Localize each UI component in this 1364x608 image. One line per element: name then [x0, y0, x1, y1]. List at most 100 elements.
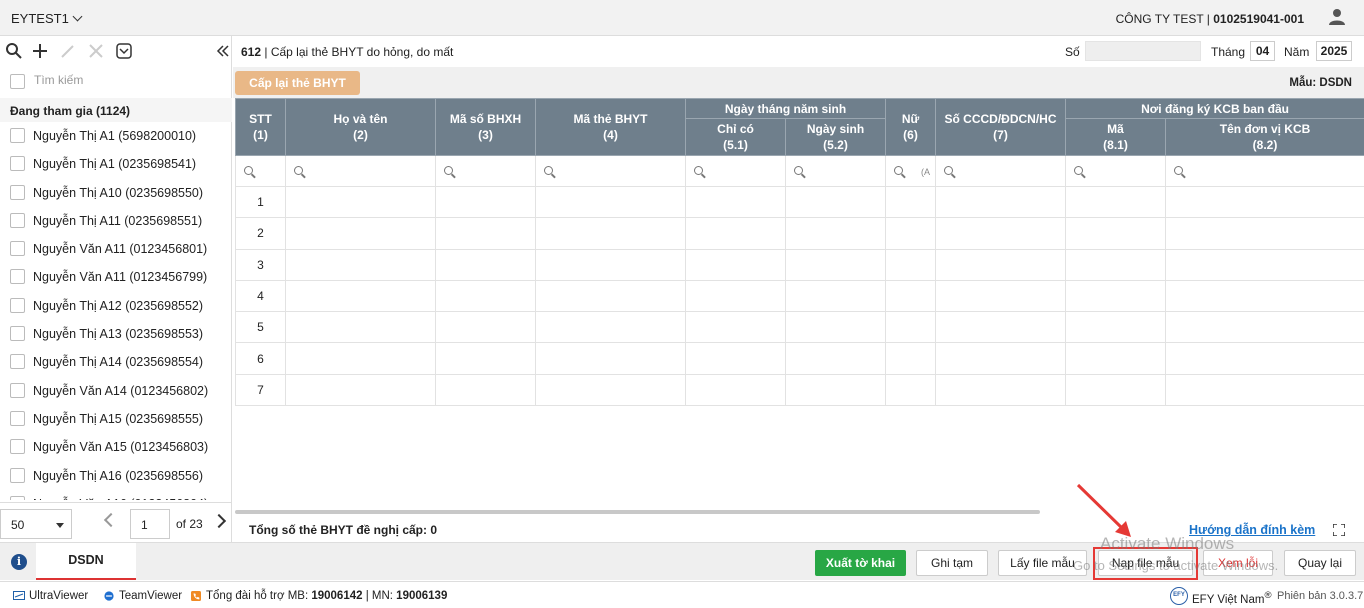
- tab-dsdn[interactable]: DSDN: [36, 543, 136, 580]
- table-cell[interactable]: [285, 279, 436, 313]
- list-item[interactable]: Nguyễn Thị A10 (0235698550): [0, 179, 232, 207]
- filter-chi-co[interactable]: [685, 155, 786, 187]
- table-cell[interactable]: [1165, 373, 1364, 407]
- table-cell[interactable]: [685, 373, 786, 407]
- teamviewer-link[interactable]: TeamViewer: [103, 590, 182, 602]
- filter-ma-bhxh[interactable]: [435, 155, 536, 187]
- table-cell[interactable]: [435, 279, 536, 313]
- so-field[interactable]: [1085, 41, 1201, 61]
- filter-ma-the[interactable]: [535, 155, 686, 187]
- table-cell[interactable]: [685, 185, 786, 219]
- table-cell[interactable]: [784, 185, 887, 219]
- table-row[interactable]: 1: [235, 185, 1364, 219]
- table-cell[interactable]: [685, 311, 786, 344]
- list-item[interactable]: Nguyễn Thị A12 (0235698552): [0, 292, 232, 320]
- row-checkbox[interactable]: [10, 410, 25, 426]
- table-cell[interactable]: [435, 373, 536, 407]
- dropdown-icon[interactable]: [115, 42, 133, 60]
- table-cell[interactable]: [935, 373, 1067, 407]
- table-cell[interactable]: [285, 185, 436, 219]
- table-cell[interactable]: [885, 248, 937, 281]
- filter-nu-select[interactable]: (A: [921, 167, 930, 177]
- table-cell[interactable]: [435, 185, 536, 219]
- quay-lai-button[interactable]: Quay lại: [1284, 550, 1356, 576]
- table-cell[interactable]: [935, 311, 1067, 344]
- thang-field[interactable]: 04: [1250, 41, 1275, 61]
- table-row[interactable]: 7: [235, 373, 1364, 407]
- filter-ma-kcb[interactable]: [1065, 155, 1167, 187]
- row-checkbox[interactable]: [10, 128, 25, 143]
- table-cell[interactable]: [285, 311, 436, 344]
- table-row[interactable]: 6: [235, 342, 1364, 375]
- table-cell[interactable]: [1165, 311, 1364, 344]
- list-item[interactable]: Nguyễn Thị A1 (5698200010): [0, 122, 232, 150]
- horizontal-scrollbar[interactable]: [235, 510, 1040, 514]
- add-icon[interactable]: [31, 42, 49, 60]
- table-cell[interactable]: [1065, 311, 1167, 344]
- row-checkbox[interactable]: [10, 467, 25, 483]
- ghi-tam-button[interactable]: Ghi tạm: [916, 550, 988, 576]
- table-cell[interactable]: [285, 217, 436, 250]
- list-item[interactable]: Nguyễn Thị A14 (0235698554): [0, 348, 232, 376]
- org-selector[interactable]: EYTEST1: [11, 11, 83, 26]
- table-cell[interactable]: [285, 248, 436, 281]
- table-cell[interactable]: [685, 248, 786, 281]
- table-cell[interactable]: [535, 373, 686, 407]
- table-row[interactable]: 2: [235, 217, 1364, 250]
- table-cell[interactable]: [1165, 185, 1364, 219]
- table-cell[interactable]: [535, 311, 686, 344]
- table-cell[interactable]: [885, 373, 937, 407]
- table-cell[interactable]: [935, 248, 1067, 281]
- sidebar-search[interactable]: Tìm kiếm: [0, 67, 232, 95]
- table-cell[interactable]: [935, 217, 1067, 250]
- filter-ho-ten[interactable]: [285, 155, 436, 187]
- cap-lai-the-button[interactable]: Cấp lại thẻ BHYT: [235, 71, 360, 95]
- table-cell[interactable]: [535, 217, 686, 250]
- fullscreen-icon[interactable]: [1333, 524, 1345, 536]
- table-cell[interactable]: [535, 342, 686, 375]
- table-cell[interactable]: [784, 248, 887, 281]
- table-cell[interactable]: [535, 185, 686, 219]
- table-cell[interactable]: [535, 248, 686, 281]
- row-checkbox[interactable]: [10, 269, 25, 285]
- row-checkbox[interactable]: [10, 241, 25, 257]
- table-cell[interactable]: [1165, 248, 1364, 281]
- row-checkbox[interactable]: [10, 354, 25, 370]
- table-cell[interactable]: [784, 279, 887, 313]
- table-cell[interactable]: [935, 342, 1067, 375]
- row-checkbox[interactable]: [10, 184, 25, 200]
- prev-page-icon[interactable]: [103, 512, 119, 528]
- list-item[interactable]: Nguyễn Văn A14 (0123456802): [0, 377, 232, 405]
- filter-stt[interactable]: [235, 155, 286, 187]
- user-icon[interactable]: [1328, 8, 1346, 26]
- table-cell[interactable]: [935, 185, 1067, 219]
- table-cell[interactable]: [1065, 373, 1167, 407]
- row-checkbox[interactable]: [10, 326, 25, 342]
- table-cell[interactable]: [535, 279, 686, 313]
- table-cell[interactable]: [435, 248, 536, 281]
- list-item[interactable]: Nguyễn Thị A16 (0235698556): [0, 462, 232, 490]
- row-checkbox[interactable]: [10, 297, 25, 313]
- table-cell[interactable]: [885, 185, 937, 219]
- table-cell[interactable]: [285, 342, 436, 375]
- filter-ten-dv[interactable]: [1165, 155, 1364, 187]
- xuat-to-khai-button[interactable]: Xuất tờ khai: [815, 550, 906, 576]
- table-cell[interactable]: [1065, 342, 1167, 375]
- table-cell[interactable]: [435, 342, 536, 375]
- table-cell[interactable]: [784, 311, 887, 344]
- ultraviewer-link[interactable]: UltraViewer: [13, 590, 88, 602]
- table-cell[interactable]: [685, 279, 786, 313]
- table-cell[interactable]: [1165, 217, 1364, 250]
- list-item[interactable]: Nguyễn Thị A13 (0235698553): [0, 320, 232, 348]
- table-cell[interactable]: [435, 311, 536, 344]
- list-item[interactable]: Nguyễn Thị A1 (0235698541): [0, 150, 232, 178]
- table-cell[interactable]: [1165, 342, 1364, 375]
- list-item[interactable]: Nguyễn Văn A11 (0123456801): [0, 235, 232, 263]
- row-checkbox[interactable]: [10, 382, 25, 398]
- table-row[interactable]: 3: [235, 248, 1364, 281]
- table-cell[interactable]: [784, 342, 887, 375]
- table-cell[interactable]: [784, 373, 887, 407]
- list-item[interactable]: Nguyễn Văn A11 (0123456799): [0, 263, 232, 291]
- list-item[interactable]: Nguyễn Thị A15 (0235698555): [0, 405, 232, 433]
- nam-field[interactable]: 2025: [1316, 41, 1352, 61]
